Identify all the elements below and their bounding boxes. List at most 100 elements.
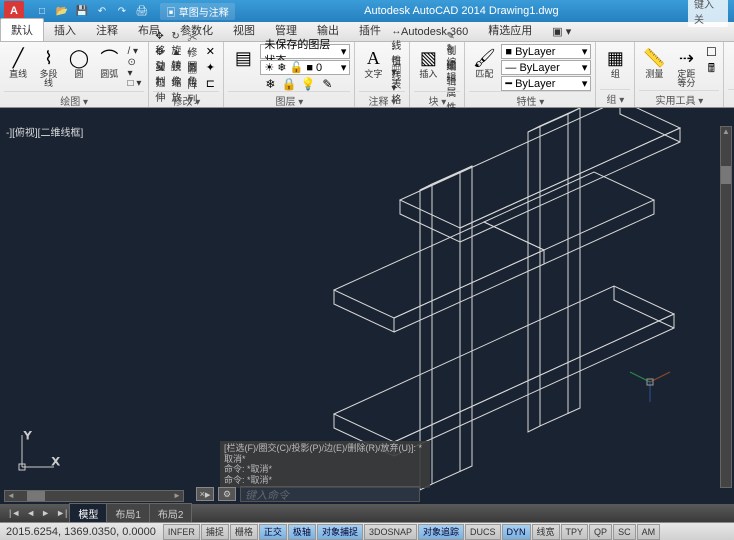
layer-state-dropdown[interactable]: 未保存的图层状态▾ [260, 44, 350, 59]
group-button[interactable]: ▦组 [600, 44, 630, 81]
erase-icon: ✕ [203, 45, 217, 59]
panel-clipboard: 📋粘贴 ✂ 📄 剪贴板 [724, 42, 734, 107]
layout-next-icon[interactable]: ► [38, 508, 53, 518]
mod-ext-1[interactable]: ✕ [201, 44, 219, 59]
line-button[interactable]: ╱直线 [4, 44, 32, 81]
tab-layout2[interactable]: 布局2 [149, 503, 193, 524]
circle-button[interactable]: ◯圆 [65, 44, 93, 81]
tab-a360[interactable]: Autodesk 360 [391, 23, 478, 41]
draw-extra-3[interactable]: □ ▾ [126, 76, 145, 91]
linetype-dropdown[interactable]: ━ ByLayer▾ [501, 76, 591, 91]
scale-button[interactable]: □ 缩放 [169, 76, 183, 91]
toggle-lwt[interactable]: 线宽 [532, 524, 560, 540]
circle-icon: ◯ [67, 46, 91, 70]
offset-icon: ⊏ [203, 77, 217, 91]
draw-extra-2[interactable]: ⊙ ▾ [126, 60, 145, 75]
layer-properties-button[interactable]: ▤ [228, 44, 258, 72]
tab-insert[interactable]: 插入 [44, 19, 86, 41]
toggle-qp[interactable]: QP [589, 524, 612, 540]
arc-button[interactable]: ⌒圆弧 [95, 44, 123, 81]
array-button[interactable]: ▦ 阵列 [185, 76, 199, 91]
workspace-dropdown[interactable]: ▣ 草图与注释 [160, 3, 235, 20]
tab-extra[interactable]: ▣ ▾ [542, 22, 581, 41]
panel-groups: ▦组 组 ▾ [596, 42, 635, 107]
toggle-grid[interactable]: 栅格 [230, 524, 258, 540]
panel-clipboard-title[interactable]: 剪贴板 [728, 89, 734, 107]
quick-calc-icon[interactable]: 🖩 [703, 61, 719, 77]
measure-button[interactable]: 📏测量 [639, 44, 669, 81]
undo-icon[interactable]: ↶ [94, 3, 110, 19]
toggle-sc[interactable]: SC [613, 524, 636, 540]
tab-annotate[interactable]: 注释 [86, 19, 128, 41]
tab-layout1[interactable]: 布局1 [106, 503, 150, 524]
tab-featured[interactable]: 精选应用 [478, 19, 542, 41]
tab-plugins[interactable]: 插件 [349, 19, 391, 41]
tab-model[interactable]: 模型 [69, 503, 107, 524]
toggle-otrack[interactable]: 对象追踪 [418, 524, 464, 540]
measure-icon: 📏 [642, 46, 666, 70]
command-prompt-icon[interactable]: ×▸ [196, 487, 214, 501]
current-layer-dropdown[interactable]: ☀ ❄ 🔓 ■ 0▾ [260, 60, 350, 75]
view-cube-cursor[interactable] [626, 358, 674, 409]
tab-default[interactable]: 默认 [0, 18, 44, 41]
panel-draw-title[interactable]: 绘图 ▾ [4, 91, 144, 109]
mod-ext-2[interactable]: ✦ [201, 60, 219, 75]
toggle-polar[interactable]: 极轴 [288, 524, 316, 540]
panel-block-title[interactable]: 块 ▾ [414, 91, 460, 109]
layout-last-icon[interactable]: ►| [53, 508, 70, 518]
command-config-icon[interactable]: ⚙ [218, 487, 236, 501]
toggle-3dosnap[interactable]: 3DOSNAP [364, 524, 417, 540]
print-icon[interactable]: 🖨 [134, 3, 150, 19]
panel-properties-title[interactable]: 特性 ▾ [469, 91, 591, 109]
command-history: [栏选(F)/圈交(C)/投影(P)/边(E)/删除(R)/放弃(U)]: *取… [220, 441, 430, 488]
insert-block-button[interactable]: ▧插入 [414, 44, 442, 81]
drawing-canvas[interactable]: -][俯视][二维线框] [0, 108, 734, 504]
layout-first-icon[interactable]: |◄ [6, 508, 23, 518]
mod-ext-3[interactable]: ⊏ [201, 76, 219, 91]
ribbon-tabs: 默认 插入 注释 布局 参数化 视图 管理 输出 插件 Autodesk 360… [0, 22, 734, 42]
svg-text:X: X [52, 456, 60, 468]
layer-freeze-icon[interactable]: ❄ [262, 76, 278, 92]
match-properties-button[interactable]: 🖌匹配 [469, 44, 499, 81]
toggle-dyn[interactable]: DYN [502, 524, 531, 540]
toggle-am[interactable]: AM [637, 524, 661, 540]
new-icon[interactable]: □ [34, 3, 50, 19]
text-button[interactable]: A文字 [359, 44, 387, 81]
lineweight-dropdown[interactable]: — ByLayer▾ [501, 60, 591, 75]
toggle-ortho[interactable]: 正交 [259, 524, 287, 540]
layer-lock-icon[interactable]: 🔒 [281, 76, 297, 92]
polyline-button[interactable]: ⌇多段线 [34, 44, 62, 90]
search-input[interactable]: 键入关 [688, 0, 728, 27]
paste-button[interactable]: 📋粘贴 [728, 44, 734, 81]
panel-block: ▧插入 ✎ 创建 ✎ 编辑 ✎ 编辑属性 ▾ 块 ▾ [410, 42, 465, 107]
vertical-scrollbar[interactable] [720, 126, 732, 488]
redo-icon[interactable]: ↷ [114, 3, 130, 19]
toggle-osnap[interactable]: 对象捕捉 [317, 524, 363, 540]
layout-prev-icon[interactable]: ◄ [23, 508, 38, 518]
color-dropdown[interactable]: ■ ByLayer▾ [501, 44, 591, 59]
open-icon[interactable]: 📂 [54, 3, 70, 19]
tab-view[interactable]: 视图 [223, 19, 265, 41]
toggle-infer[interactable]: INFER [163, 524, 200, 540]
panel-modify-title[interactable]: 修改 ▾ [153, 91, 219, 109]
coordinates-display[interactable]: 2015.6254, 1369.0350, 0.0000 [0, 526, 162, 538]
stretch-button[interactable]: ⇲ 拉伸 [153, 76, 167, 91]
panel-layers-title[interactable]: 图层 ▾ [228, 91, 350, 109]
edit-attrib-button[interactable]: ✎ 编辑属性 ▾ [444, 76, 460, 91]
ucs-icon: Y X [14, 429, 60, 478]
toggle-snap[interactable]: 捕捉 [201, 524, 229, 540]
horizontal-scrollbar[interactable] [4, 490, 184, 502]
toggle-ducs[interactable]: DUCS [465, 524, 501, 540]
panel-utilities-title[interactable]: 实用工具 ▾ [639, 90, 719, 108]
layer-match-icon[interactable]: ✎ [319, 76, 335, 92]
toggle-tpy[interactable]: TPY [561, 524, 589, 540]
save-icon[interactable]: 💾 [74, 3, 90, 19]
panel-layers: ▤ 未保存的图层状态▾ ☀ ❄ 🔓 ■ 0▾ ❄🔒💡✎ 图层 ▾ [224, 42, 355, 107]
panel-annotation-title[interactable]: 注释 ▾ [359, 91, 405, 109]
command-input[interactable]: 键入命令 [240, 486, 420, 502]
layer-off-icon[interactable]: 💡 [300, 76, 316, 92]
divide-button[interactable]: ⇢定距等分 [671, 44, 701, 90]
panel-groups-title[interactable]: 组 ▾ [600, 89, 630, 107]
table-button[interactable]: ▦ 表格 [389, 76, 405, 91]
title-text: Autodesk AutoCAD 2014 Drawing1.dwg [235, 5, 688, 17]
